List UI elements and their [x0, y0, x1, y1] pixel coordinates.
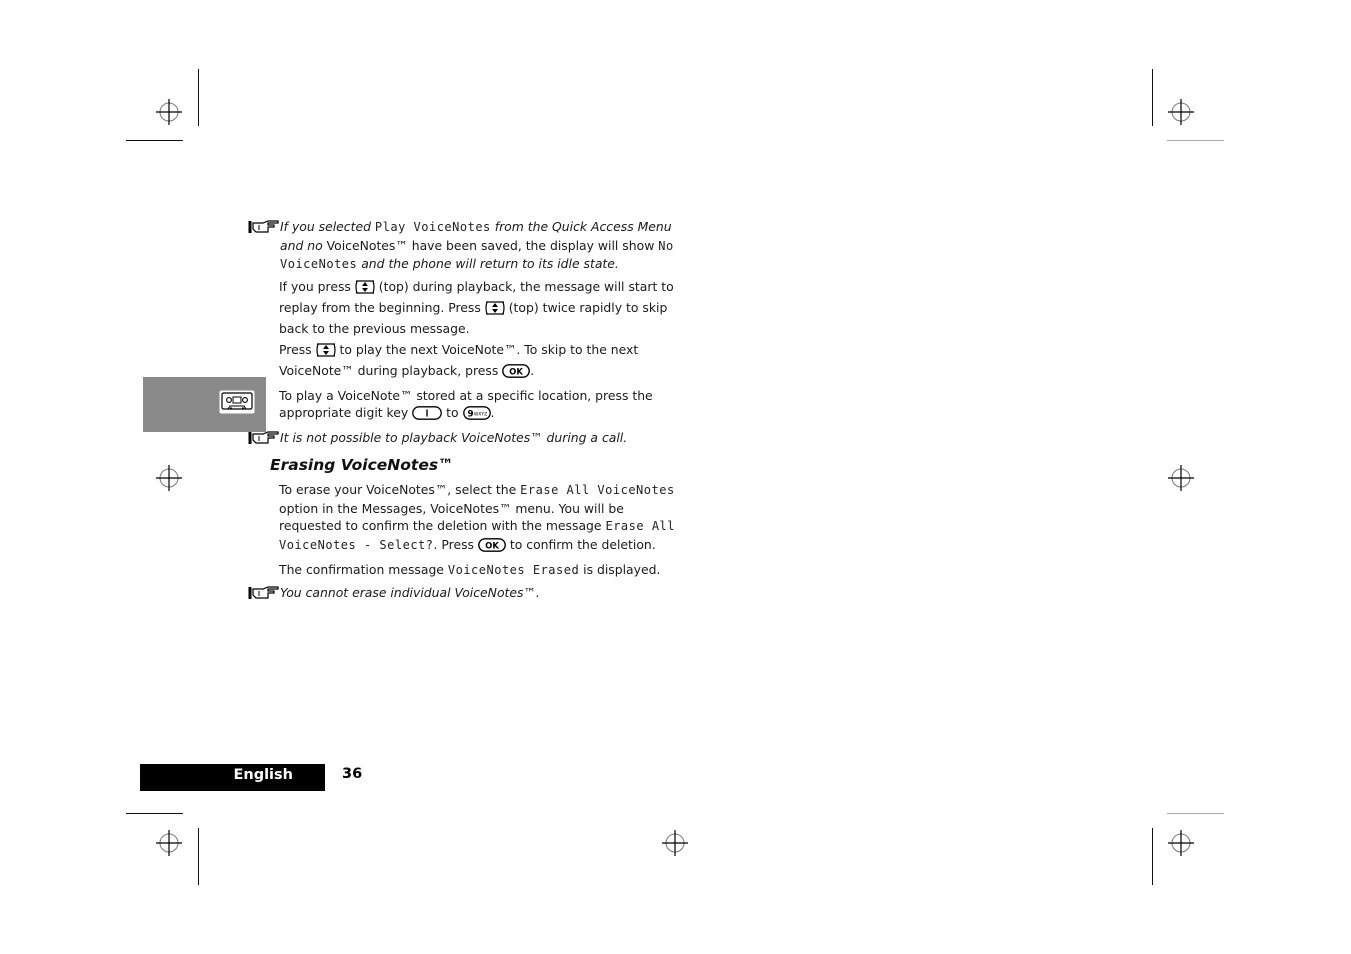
paragraph-erase: To erase your VoiceNotes™, select the Er… — [279, 481, 689, 557]
registration-mark-icon — [1168, 465, 1194, 491]
scroll-key-icon — [485, 301, 505, 320]
body-text: To erase your VoiceNotes™, select the — [279, 482, 521, 497]
section-heading: Erasing VoiceNotes™ — [270, 456, 454, 474]
body-text: to confirm the deletion. — [505, 537, 656, 553]
pointing-hand-icon — [248, 585, 280, 601]
pointing-hand-icon — [248, 430, 280, 446]
paragraph-digit: To play a VoiceNote™ stored at a specifi… — [279, 387, 689, 425]
nine-key-digit: 9 — [467, 410, 473, 420]
body-text: . — [490, 405, 495, 421]
body-text: . — [530, 362, 535, 378]
ok-key-icon: OK — [478, 538, 506, 557]
note-playback-call: It is not possible to playback VoiceNote… — [248, 429, 689, 447]
lcd-text: Play VoiceNotes — [374, 220, 491, 234]
registration-mark-icon — [156, 99, 182, 125]
registration-mark-icon — [1168, 99, 1194, 125]
ok-key-label: OK — [509, 367, 523, 377]
lcd-text: VoiceNotes Erased — [447, 562, 580, 577]
page-number: 36 — [342, 766, 363, 782]
ok-key-label: OK — [485, 542, 499, 552]
body-text: Press — [279, 342, 316, 358]
crop-mark — [126, 813, 183, 814]
section-tab — [143, 377, 266, 432]
registration-mark-icon — [1168, 830, 1194, 856]
erasing-content: To erase your VoiceNotes™, select the Er… — [248, 481, 689, 605]
registration-mark-icon — [156, 830, 182, 856]
ok-key-icon: OK — [502, 364, 531, 383]
body-text: option in the Messages, VoiceNotes™ menu… — [279, 500, 624, 534]
crop-mark — [126, 140, 183, 141]
registration-mark-icon — [156, 465, 182, 491]
scroll-key-icon — [355, 280, 375, 299]
note-text: You cannot erase individual VoiceNotes™. — [280, 584, 540, 600]
body-text: If you press — [279, 279, 355, 295]
paragraph-next: Press to play the next VoiceNote™. To sk… — [279, 341, 689, 382]
nine-key-letters: WXYZ — [473, 412, 486, 418]
note-text: VoiceNotes™ have been saved, the display… — [326, 237, 659, 253]
paragraph-replay: If you press (top) during playback, the … — [279, 278, 689, 337]
registration-mark-icon — [662, 830, 688, 856]
note-text: If you selected — [280, 219, 375, 234]
crop-mark — [1152, 828, 1153, 885]
body-text: is displayed. — [579, 561, 661, 577]
crop-mark — [1167, 813, 1224, 814]
scroll-key-icon — [315, 343, 336, 362]
crop-mark — [1167, 140, 1224, 141]
digit-1-key-icon — [412, 406, 443, 425]
crop-mark — [198, 828, 199, 885]
note-text: It is not possible to playback VoiceNote… — [280, 430, 628, 446]
note-text: and the phone will return to its idle st… — [357, 256, 619, 272]
note-individual-erase: You cannot erase individual VoiceNotes™. — [248, 584, 689, 602]
pointing-hand-icon — [248, 219, 280, 235]
language-label: English — [233, 767, 293, 783]
language-tab: English — [140, 764, 325, 791]
paragraph-confirmation: The confirmation message VoiceNotes Eras… — [279, 561, 689, 580]
note-quick-access: If you selected Play VoiceNotes from the… — [248, 218, 689, 274]
lcd-text: Erase All VoiceNotes — [520, 483, 675, 497]
crop-mark — [1152, 69, 1153, 126]
body-text: . Press — [433, 537, 478, 553]
cassette-tape-icon — [219, 390, 255, 414]
body-text: The confirmation message — [279, 561, 448, 577]
crop-mark — [198, 69, 199, 126]
digit-9-key-icon: 9 WXYZ — [462, 406, 491, 425]
body-text: to — [442, 405, 463, 421]
main-content: If you selected Play VoiceNotes from the… — [248, 218, 689, 451]
